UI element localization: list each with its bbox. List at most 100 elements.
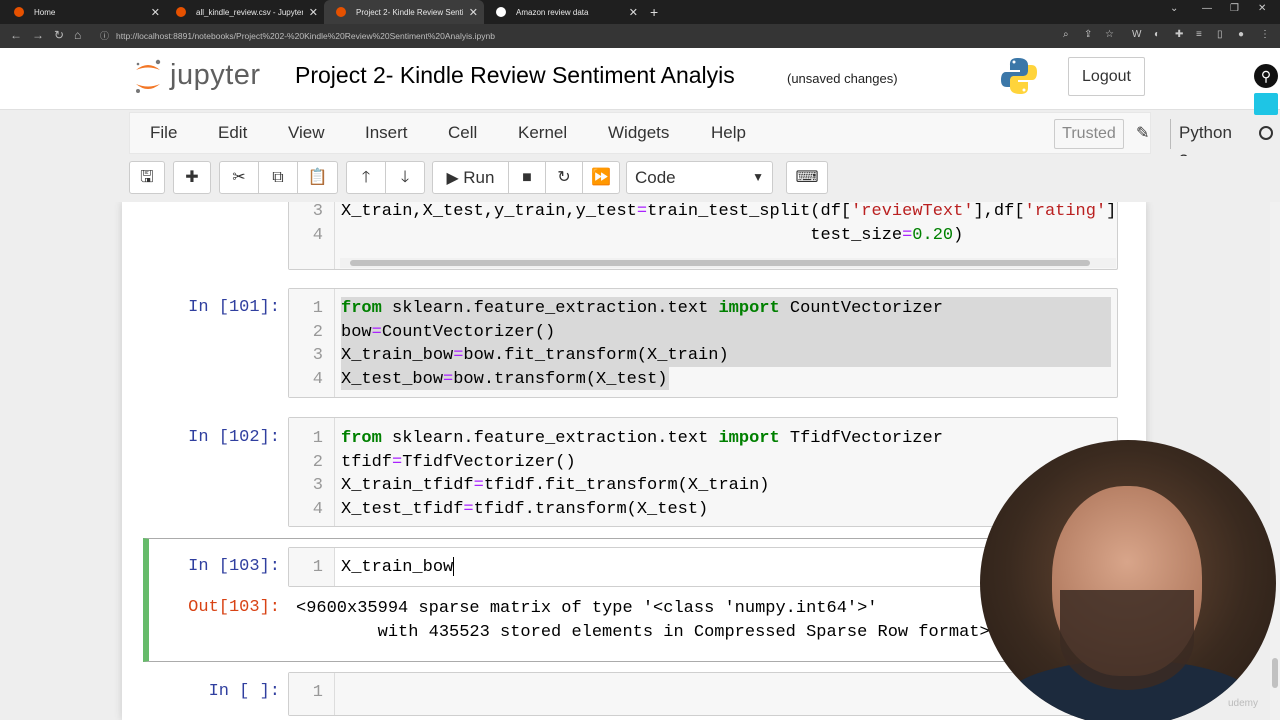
cell-prompt: In [101]: [188, 298, 280, 317]
save-icon: 🖫 [140, 169, 154, 186]
paste-button[interactable]: 📋 [297, 161, 338, 194]
jupyter-brand[interactable]: jupyter [170, 59, 261, 92]
browser-nav-bar: ← → ↻ ⌂ ⓘ http://localhost:8891/notebook… [0, 24, 1280, 48]
jupyter-logo-icon [136, 59, 161, 93]
tab-label: Project 2- Kindle Review Sentime [356, 7, 463, 17]
sidebar-icon[interactable]: ▯ [1217, 29, 1223, 40]
webcam-overlay [980, 440, 1276, 720]
puzzle-icon[interactable]: ✚ [1175, 29, 1183, 40]
kernel-idle-indicator-icon [1259, 126, 1273, 140]
scrollbar-thumb[interactable] [1272, 658, 1278, 688]
browser-tab-bar: Home ✕ all_kindle_review.csv - Jupyter T… [0, 0, 1280, 24]
lightbulb-icon[interactable]: ⚲ [1254, 64, 1278, 88]
menu-kernel[interactable]: Kernel [518, 123, 567, 143]
restore-icon[interactable]: ❐ [1230, 3, 1239, 14]
extension-icon[interactable]: ◐ [1154, 29, 1160, 40]
cell-input-102[interactable]: 1 from sklearn.feature_extraction.text i… [288, 417, 1118, 527]
trusted-button[interactable]: Trusted [1054, 119, 1124, 149]
cell-input-empty[interactable]: 1 [288, 672, 1118, 716]
restart-button[interactable]: ↻ [545, 161, 583, 194]
bookmark-star-icon[interactable]: ☆ [1105, 29, 1114, 40]
browser-tab-csv[interactable]: all_kindle_review.csv - Jupyter Te ✕ [164, 0, 324, 24]
watermark: udemy [1228, 698, 1259, 709]
menu-edit[interactable]: Edit [218, 123, 247, 143]
scrollbar-thumb[interactable] [350, 260, 1090, 266]
cut-button[interactable]: ✂ [219, 161, 259, 194]
profile-avatar-icon[interactable]: ● [1238, 29, 1244, 40]
code-line: from sklearn.feature_extraction.text imp… [341, 429, 943, 448]
reload-icon[interactable]: ↻ [54, 28, 64, 42]
extension-panel-icon[interactable] [1254, 93, 1278, 115]
insert-cell-button[interactable]: ✚ [173, 161, 211, 194]
minimize-icon[interactable]: — [1202, 3, 1212, 14]
share-icon[interactable]: ⇪ [1084, 29, 1092, 40]
run-button[interactable]: ▶ Run [432, 161, 509, 194]
play-icon: ▶ [446, 170, 459, 187]
close-icon[interactable]: ✕ [629, 6, 638, 19]
close-icon[interactable]: ✕ [151, 6, 160, 19]
output-prompt: Out[103]: [188, 598, 280, 617]
fast-forward-icon: ⏩ [591, 169, 611, 186]
line-number: 4 [312, 499, 323, 519]
close-icon[interactable]: ✕ [309, 6, 318, 19]
horizontal-scrollbar[interactable] [340, 258, 1116, 268]
code-line: test_size=0.20) [341, 225, 964, 245]
menu-cell[interactable]: Cell [448, 123, 477, 143]
code-line: X_train_tfidf=tfidf.fit_transform(X_trai… [341, 476, 770, 495]
copy-icon: ⧉ [272, 169, 284, 186]
kernel-name[interactable]: Python 3 [1170, 119, 1232, 170]
code-line: X_train,X_test,y_train,y_test=train_test… [341, 202, 1117, 221]
code-line: X_train_bow=bow.fit_transform(X_train) [341, 346, 729, 365]
output-line: with 435523 stored elements in Compresse… [296, 623, 990, 642]
forward-icon[interactable]: → [32, 28, 44, 42]
move-up-button[interactable]: 🡑 [346, 161, 386, 194]
extension-w-icon[interactable]: W [1132, 29, 1141, 40]
presenter-beard [1060, 590, 1194, 690]
home-icon[interactable]: ⌂ [74, 28, 81, 42]
arrow-down-icon: 🡓 [400, 169, 410, 186]
cell-type-select[interactable]: Code ▼ [626, 161, 773, 194]
jupyter-header: jupyter Project 2- Kindle Review Sentime… [0, 48, 1280, 110]
chevron-down-icon[interactable]: ⌄ [1170, 3, 1178, 14]
back-icon[interactable]: ← [10, 28, 22, 42]
menu-widgets[interactable]: Widgets [608, 123, 669, 143]
menu-view[interactable]: View [288, 123, 325, 143]
logout-button[interactable]: Logout [1068, 57, 1145, 96]
vertical-scrollbar[interactable] [1270, 202, 1280, 720]
jupyter-favicon-icon [14, 7, 24, 17]
menu-insert[interactable]: Insert [365, 123, 408, 143]
media-icon[interactable]: ≡ [1196, 29, 1202, 40]
notebook-title[interactable]: Project 2- Kindle Review Sentiment Analy… [295, 62, 735, 89]
copy-button[interactable]: ⧉ [258, 161, 298, 194]
pencil-icon[interactable]: ✎ [1136, 123, 1149, 143]
globe-icon [496, 7, 506, 17]
browser-menu-icon[interactable]: ⋮ [1260, 29, 1270, 40]
code-line: X_test_tfidf=tfidf.transform(X_test) [341, 499, 709, 519]
menu-bar: File Edit View Insert Cell Kernel Widget… [129, 112, 1273, 170]
keyboard-icon: ⌨ [795, 169, 819, 186]
restart-run-all-button[interactable]: ⏩ [582, 161, 620, 194]
menu-file[interactable]: File [150, 123, 177, 143]
arrow-up-icon: 🡑 [361, 169, 371, 186]
cell-type-value: Code [635, 168, 676, 187]
tab-label: Amazon review data [516, 7, 589, 17]
menu-help[interactable]: Help [711, 123, 746, 143]
close-icon[interactable]: ✕ [469, 6, 478, 19]
browser-tab-home[interactable]: Home ✕ [2, 0, 166, 24]
line-number: 4 [312, 225, 323, 245]
interrupt-button[interactable]: ■ [508, 161, 546, 194]
jupyter-favicon-icon [336, 7, 346, 17]
zoom-icon[interactable]: ⌕ [1063, 29, 1069, 40]
cell-prompt: In [ ]: [208, 682, 280, 701]
text-cursor [453, 557, 455, 577]
close-window-icon[interactable]: ✕ [1258, 3, 1266, 14]
new-tab-icon[interactable]: + [650, 4, 658, 20]
cell-input-101[interactable]: 1 from sklearn.feature_extraction.text i… [288, 288, 1118, 398]
move-down-button[interactable]: 🡓 [385, 161, 425, 194]
info-icon[interactable]: ⓘ [100, 27, 109, 45]
save-button[interactable]: 🖫 [129, 161, 165, 194]
address-bar[interactable]: ⓘ http://localhost:8891/notebooks/Projec… [92, 27, 1092, 45]
browser-tab-project[interactable]: Project 2- Kindle Review Sentime ✕ [324, 0, 484, 24]
command-palette-button[interactable]: ⌨ [786, 161, 828, 194]
browser-tab-amazon[interactable]: Amazon review data ✕ [484, 0, 644, 24]
